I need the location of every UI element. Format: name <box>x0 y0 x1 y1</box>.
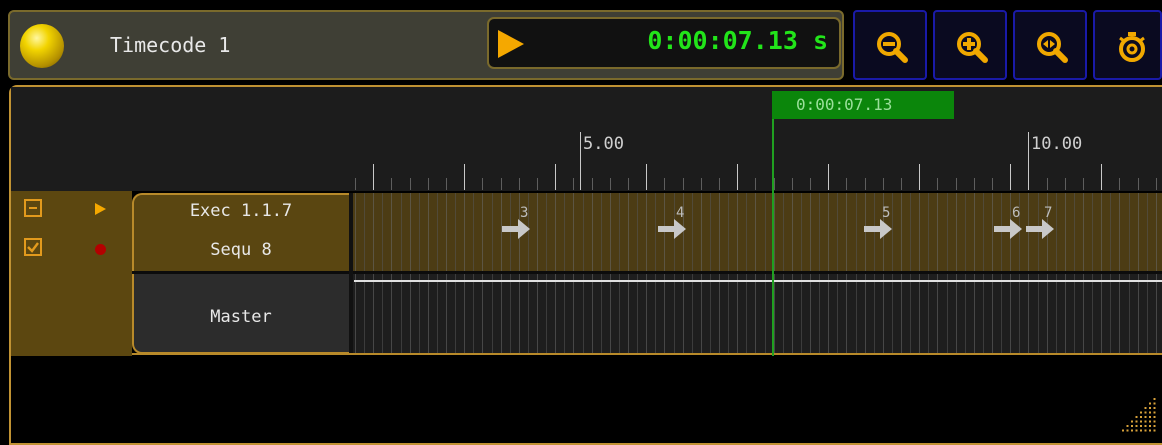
ruler-tick <box>719 178 720 190</box>
ruler-tick <box>628 178 629 190</box>
zoom-in-icon <box>957 32 988 63</box>
master-label: Master <box>210 307 272 327</box>
ruler-label-10: 10.00 <box>1031 134 1083 154</box>
ruler-tick <box>355 178 356 190</box>
ruler-tick <box>1156 178 1157 190</box>
zoom-fit-icon <box>1037 32 1068 63</box>
ruler-tick <box>664 178 665 190</box>
cue-number: 6 <box>1012 205 1021 221</box>
ruler-tick <box>428 178 429 190</box>
cue-number: 5 <box>882 205 891 221</box>
ruler-tick <box>519 178 520 190</box>
ruler-major-tick <box>580 132 581 190</box>
ruler-tick <box>555 164 556 190</box>
playhead-label[interactable]: 0:00:07.13 <box>772 91 954 119</box>
zoom-out-icon <box>877 32 908 63</box>
ruler-tick <box>865 178 866 190</box>
exec-label: Exec 1.1.7 <box>189 201 293 221</box>
check-icon <box>27 242 39 253</box>
ruler-tick <box>992 178 993 190</box>
ruler-tick <box>537 178 538 190</box>
sequence-label: Sequ 8 <box>210 240 272 260</box>
window-title: Timecode 1 <box>110 33 231 57</box>
track-divider <box>132 271 1162 274</box>
ruler-tick <box>683 178 684 190</box>
ruler-tick <box>883 178 884 190</box>
ruler-tick <box>846 178 847 190</box>
ruler-tick <box>901 178 902 190</box>
tracks-bottom-border <box>132 353 1162 355</box>
ruler-tick <box>573 178 574 190</box>
zoom-in-button[interactable] <box>933 10 1007 80</box>
ruler-label-5: 5.00 <box>583 134 624 154</box>
cue-number: 7 <box>1044 205 1053 221</box>
ruler-tick <box>810 178 811 190</box>
ruler-tick <box>446 178 447 190</box>
record-icon[interactable] <box>95 244 106 255</box>
ruler-tick <box>701 178 702 190</box>
ruler-tick <box>937 178 938 190</box>
ruler-tick <box>391 178 392 190</box>
ruler-tick <box>737 164 738 190</box>
ruler-tick <box>610 178 611 190</box>
master-track-lane[interactable] <box>350 274 1162 354</box>
ruler-tick <box>501 178 502 190</box>
ruler-tick <box>464 164 465 190</box>
playhead-line[interactable] <box>772 91 774 356</box>
zoom-out-button[interactable] <box>853 10 927 80</box>
ruler-tick <box>1010 164 1011 190</box>
ruler-major-tick <box>1028 132 1029 190</box>
ruler-tick <box>828 164 829 190</box>
ruler-tick <box>1047 178 1048 190</box>
ruler-tick <box>410 178 411 190</box>
resize-grip-icon[interactable] <box>1122 398 1158 434</box>
master-level-line <box>354 280 1162 282</box>
ruler-tick <box>592 178 593 190</box>
collapse-checkbox[interactable] <box>24 199 42 217</box>
ruler-tick <box>956 178 957 190</box>
ruler-tick <box>1138 178 1139 190</box>
cue-number: 4 <box>676 205 685 221</box>
ruler-tick <box>482 178 483 190</box>
ruler-tick <box>373 164 374 190</box>
ruler-tick <box>1101 164 1102 190</box>
stopwatch-icon <box>1119 32 1145 62</box>
ruler-tick <box>774 178 775 190</box>
ruler-tick <box>792 178 793 190</box>
time-value: 0:00:07.13 s <box>647 26 828 55</box>
play-icon[interactable] <box>498 30 524 58</box>
ruler-tick <box>1065 178 1066 190</box>
enable-checkbox[interactable] <box>24 238 42 256</box>
ruler-tick <box>1119 178 1120 190</box>
ruler-tick <box>974 178 975 190</box>
ruler-tick <box>919 164 920 190</box>
ruler-tick <box>646 164 647 190</box>
zoom-fit-button[interactable] <box>1013 10 1087 80</box>
status-orb-icon <box>20 24 64 68</box>
ruler-tick <box>755 178 756 190</box>
timer-button[interactable] <box>1093 10 1162 80</box>
track-play-icon[interactable] <box>95 203 106 215</box>
cue-number: 3 <box>520 205 529 221</box>
ruler-tick <box>1083 178 1084 190</box>
header-separator <box>349 193 353 354</box>
